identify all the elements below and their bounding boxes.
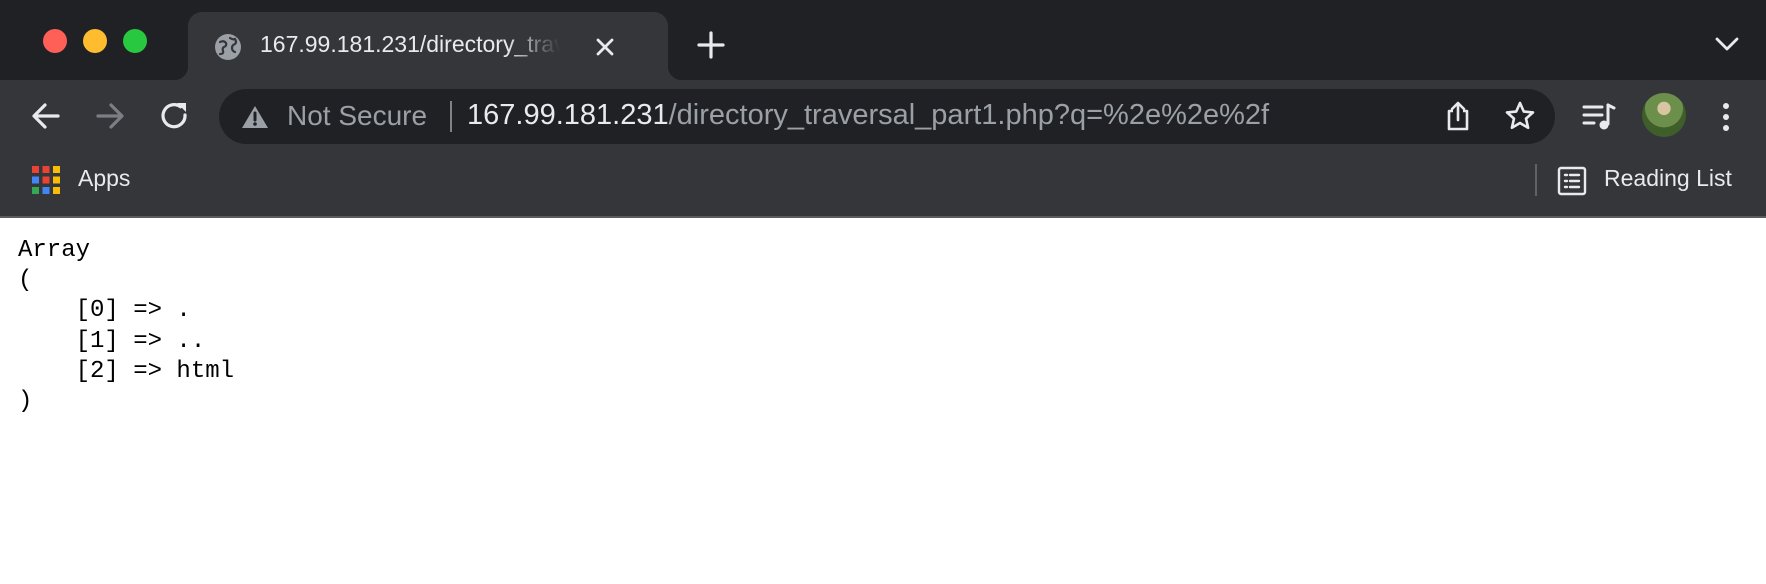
bookmarks-divider (1535, 164, 1537, 196)
reading-list-button[interactable]: Reading List (1604, 165, 1732, 192)
media-controls-icon[interactable] (1582, 102, 1616, 132)
browser-chrome: 167.99.181.231/directory_traversal_part1… (0, 0, 1766, 217)
address-bar[interactable]: Not Secure 167.99.181.231/directory_trav… (219, 89, 1555, 144)
url-text[interactable]: 167.99.181.231/directory_traversal_part1… (467, 99, 1269, 132)
bookmark-star-icon[interactable] (1504, 100, 1536, 132)
tab-title: 167.99.181.231/directory_traversal_part1… (260, 31, 560, 57)
profile-avatar[interactable] (1642, 93, 1686, 137)
toolbar-border (0, 216, 1766, 218)
security-label[interactable]: Not Secure (287, 100, 427, 132)
page-output: Array ( [0] => . [1] => .. [2] => html ) (18, 237, 235, 416)
minimize-window-button[interactable] (83, 29, 107, 53)
omnibox-divider (450, 101, 452, 132)
close-window-button[interactable] (43, 29, 67, 53)
apps-grid-icon[interactable] (32, 166, 60, 194)
reload-icon[interactable] (156, 98, 192, 134)
maximize-window-button[interactable] (123, 29, 147, 53)
url-host: 167.99.181.231 (467, 99, 669, 131)
share-icon[interactable] (1442, 100, 1474, 132)
warning-icon[interactable] (241, 104, 269, 130)
globe-icon (215, 34, 241, 60)
new-tab-icon[interactable] (696, 30, 726, 60)
more-menu-icon[interactable] (1716, 100, 1736, 134)
apps-bookmark[interactable]: Apps (78, 165, 130, 192)
url-path: /directory_traversal_part1.php?q=%2e%2e%… (668, 99, 1270, 131)
reading-list-icon[interactable] (1557, 166, 1587, 196)
tab-strip: 167.99.181.231/directory_traversal_part1… (0, 0, 1766, 80)
close-tab-icon[interactable] (592, 34, 618, 60)
active-tab[interactable]: 167.99.181.231/directory_traversal_part1… (174, 12, 682, 80)
forward-arrow-icon[interactable] (92, 98, 128, 134)
back-arrow-icon[interactable] (28, 98, 64, 134)
chevron-down-icon[interactable] (1714, 34, 1740, 54)
